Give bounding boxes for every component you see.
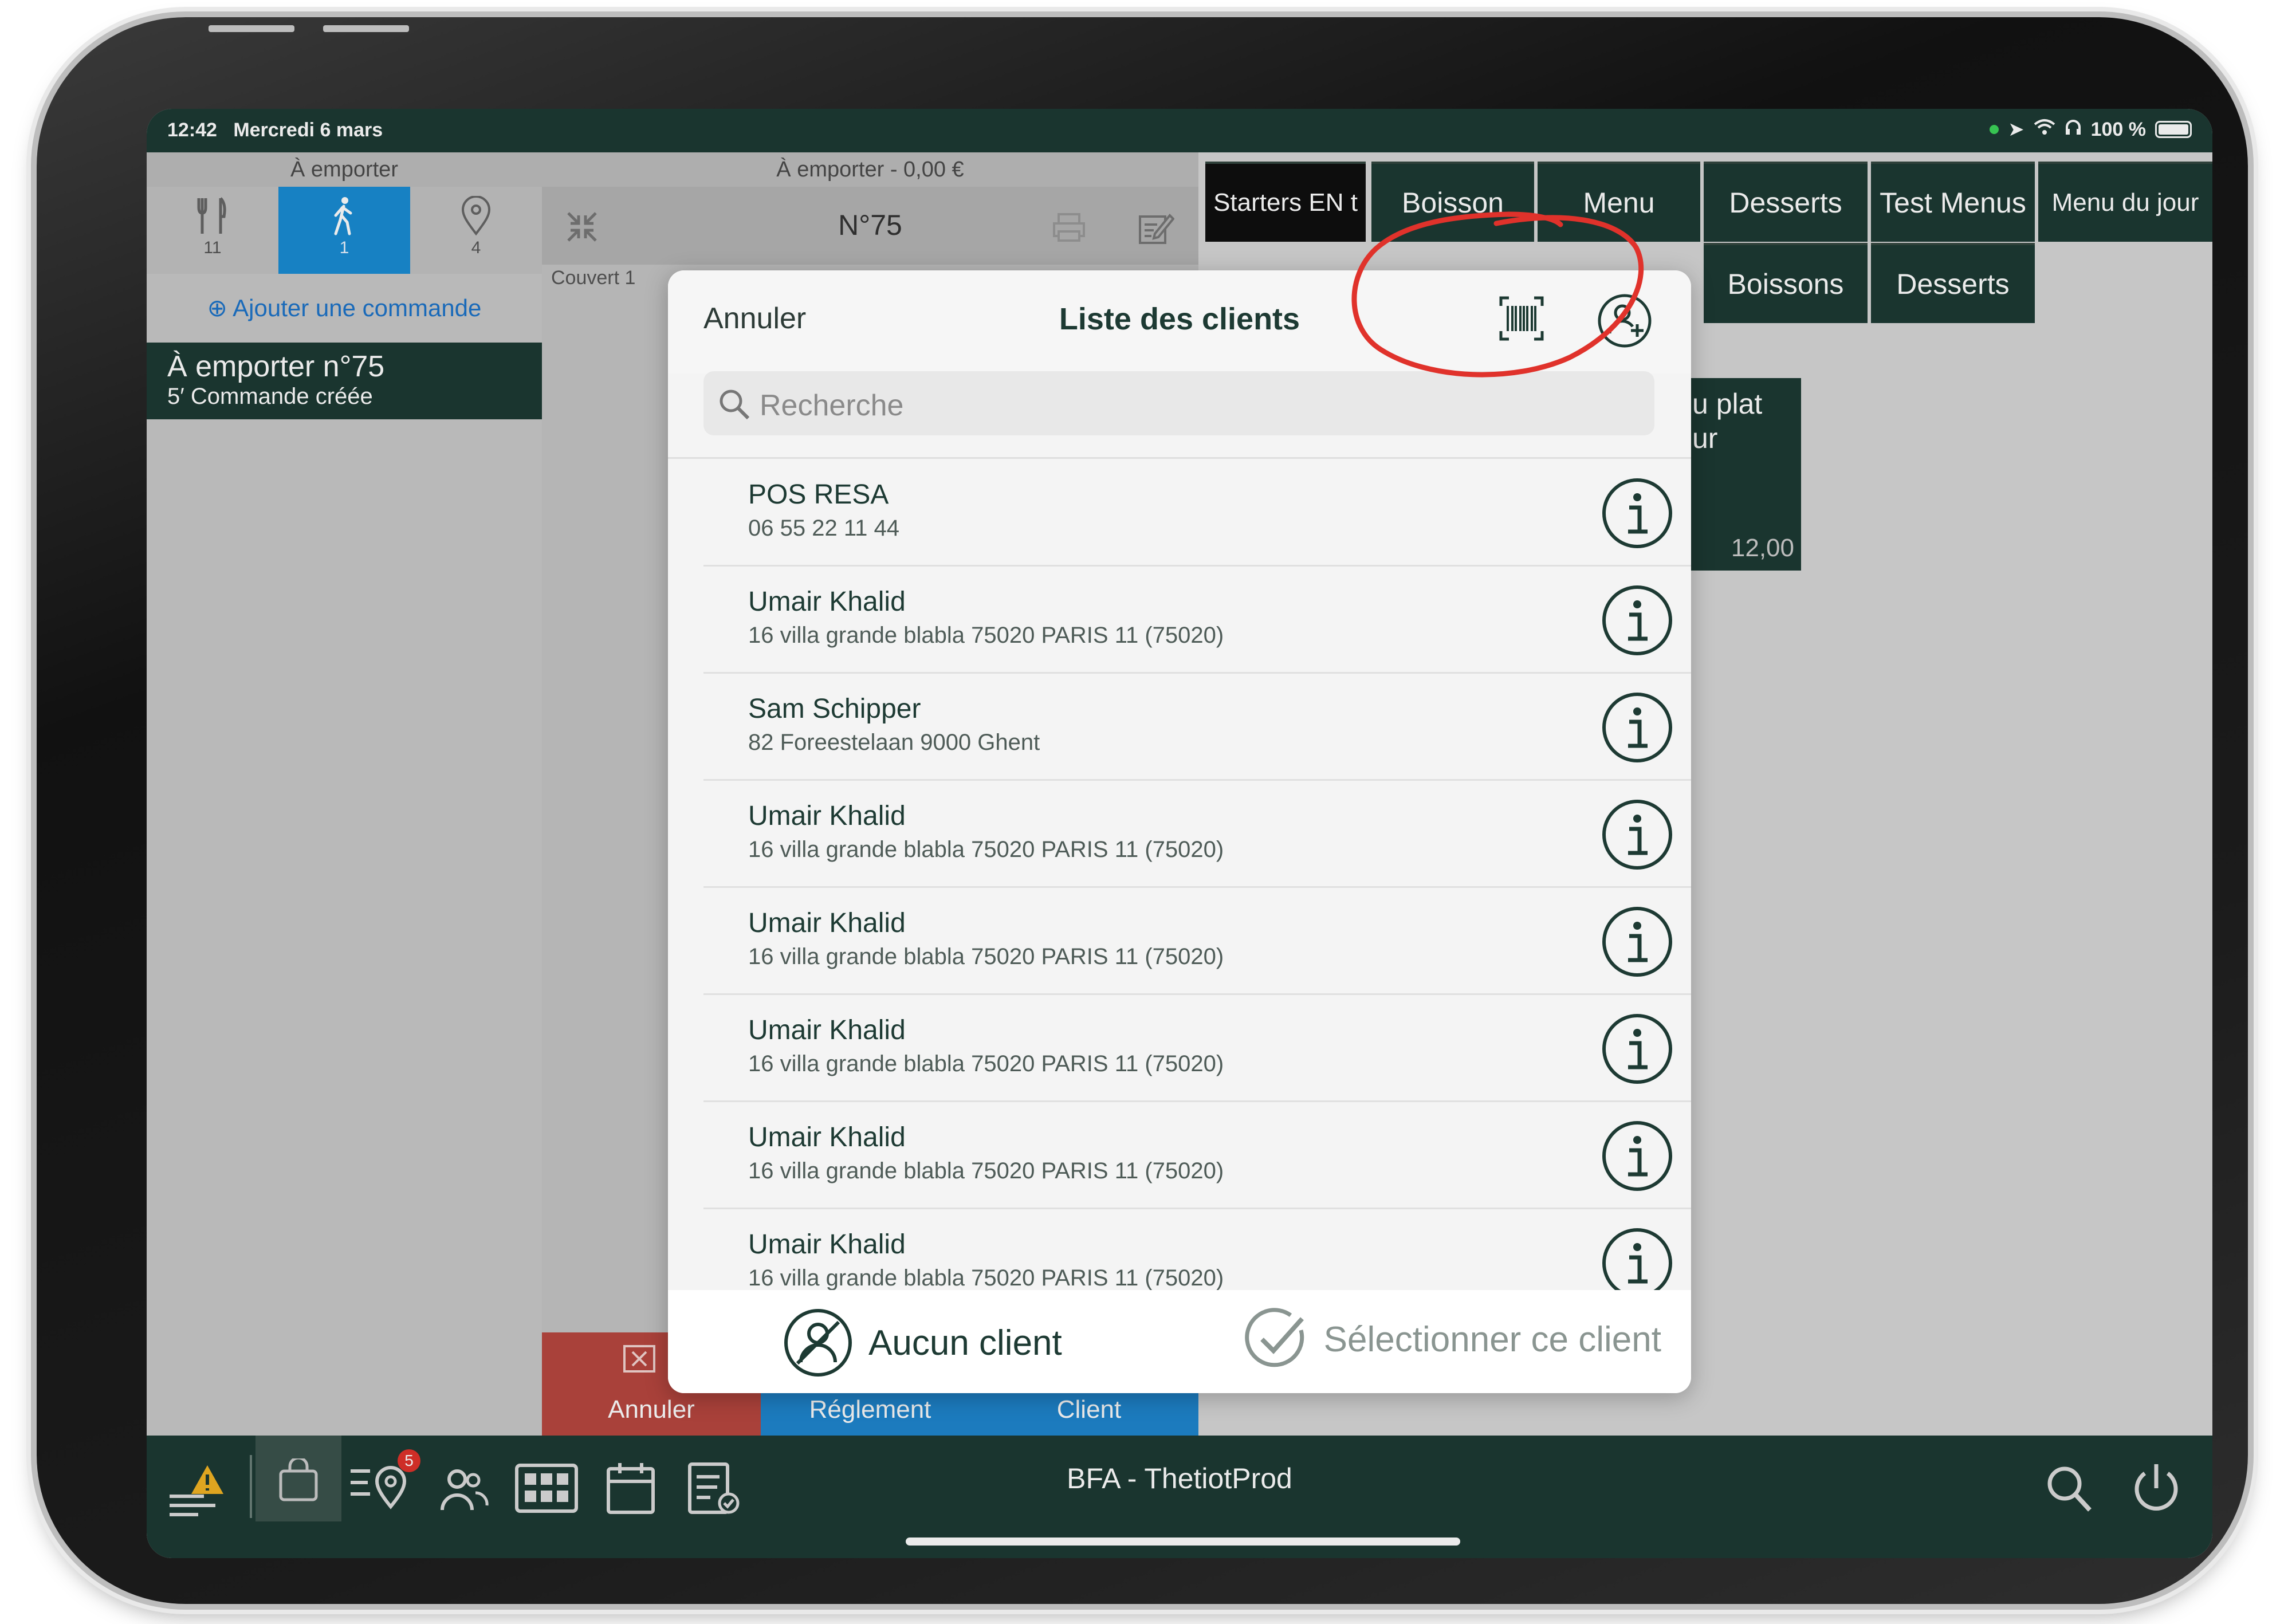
client-row[interactable]: Umair Khalid 16 villa grande blabla 7502… <box>703 781 1691 888</box>
app-screen: 12:42 Mercredi 6 mars ➤ 100 % À emporter <box>147 109 2212 1558</box>
client-detail: 16 villa grande blabla 75020 PARIS 11 (7… <box>748 1265 1224 1291</box>
info-icon[interactable] <box>1601 584 1674 657</box>
client-name: Umair Khalid <box>748 801 906 831</box>
client-name: Umair Khalid <box>748 908 906 938</box>
client-detail: 82 Foreestelaan 9000 Ghent <box>748 730 1040 755</box>
volume-button <box>323 25 409 32</box>
dialog-header: Annuler Liste des clients <box>668 270 1691 373</box>
client-row[interactable]: POS RESA 06 55 22 11 44 <box>703 459 1691 567</box>
client-row[interactable]: Umair Khalid 16 villa grande blabla 7502… <box>703 888 1691 995</box>
info-icon[interactable] <box>1601 1119 1674 1193</box>
client-name: Umair Khalid <box>748 587 906 617</box>
client-row[interactable]: Sam Schipper 82 Foreestelaan 9000 Ghent <box>703 674 1691 781</box>
client-row[interactable]: Umair Khalid 16 villa grande blabla 7502… <box>703 1102 1691 1209</box>
client-name: Umair Khalid <box>748 1229 906 1260</box>
client-row[interactable]: Umair Khalid 16 villa grande blabla 7502… <box>703 1209 1691 1300</box>
barcode-scan-icon[interactable] <box>1499 296 1544 341</box>
client-row[interactable]: Umair Khalid 16 villa grande blabla 7502… <box>703 995 1691 1102</box>
checkmark-circle-icon <box>1244 1308 1304 1367</box>
info-icon[interactable] <box>1601 1012 1674 1086</box>
client-detail: 16 villa grande blabla 75020 PARIS 11 (7… <box>748 1158 1224 1183</box>
client-name: POS RESA <box>748 479 889 510</box>
client-detail: 16 villa grande blabla 75020 PARIS 11 (7… <box>748 623 1224 648</box>
ipad-frame: 12:42 Mercredi 6 mars ➤ 100 % À emporter <box>37 17 2248 1604</box>
info-icon[interactable] <box>1601 798 1674 871</box>
client-detail: 16 villa grande blabla 75020 PARIS 11 (7… <box>748 837 1224 862</box>
dialog-divider <box>668 457 1691 459</box>
no-client-button[interactable]: Aucun client <box>783 1307 1062 1378</box>
client-detail: 16 villa grande blabla 75020 PARIS 11 (7… <box>748 1051 1224 1076</box>
search-placeholder: Recherche <box>760 389 904 422</box>
client-detail: 06 55 22 11 44 <box>748 516 899 541</box>
no-client-icon <box>784 1309 852 1377</box>
dialog-footer: Aucun client Sélectionner ce client <box>668 1290 1691 1393</box>
select-client-label: Sélectionner ce client <box>1323 1319 1661 1359</box>
info-icon[interactable] <box>1601 905 1674 978</box>
no-client-label: Aucun client <box>868 1323 1062 1363</box>
info-icon[interactable] <box>1601 1226 1674 1300</box>
client-list: POS RESA 06 55 22 11 44 Umair Khalid 16 … <box>668 459 1691 1300</box>
client-name: Umair Khalid <box>748 1122 906 1153</box>
select-client-button[interactable]: Sélectionner ce client <box>1244 1307 1661 1371</box>
client-row[interactable]: Umair Khalid 16 villa grande blabla 7502… <box>703 567 1691 674</box>
client-detail: 16 villa grande blabla 75020 PARIS 11 (7… <box>748 944 1224 969</box>
info-icon[interactable] <box>1601 477 1674 550</box>
client-search-input[interactable]: Recherche <box>703 371 1654 435</box>
client-list-dialog: Annuler Liste des clients Recherche POS … <box>668 270 1691 1393</box>
client-name: Umair Khalid <box>748 1015 906 1045</box>
info-icon[interactable] <box>1601 691 1674 764</box>
volume-button <box>209 25 294 32</box>
add-client-icon[interactable] <box>1596 292 1653 349</box>
client-name: Sam Schipper <box>748 694 921 724</box>
search-icon <box>720 390 750 420</box>
